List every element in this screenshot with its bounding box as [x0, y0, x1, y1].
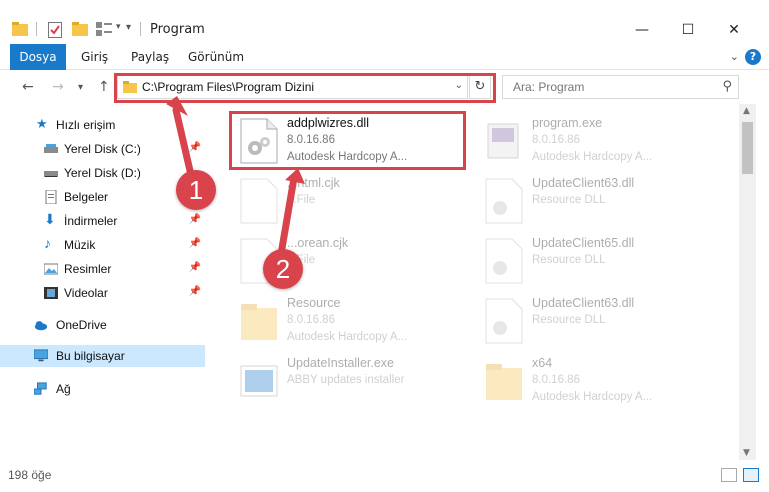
item-count: 198 öğe — [8, 468, 52, 482]
view-switcher — [721, 468, 759, 482]
status-bar: 198 öğe — [0, 462, 769, 492]
details-view-icon[interactable] — [721, 468, 737, 482]
callout-badge-1: 1 — [176, 170, 216, 210]
callout-arrows — [166, 96, 305, 264]
tiles-view-icon[interactable] — [743, 468, 759, 482]
callout-badge-2: 2 — [263, 249, 303, 289]
